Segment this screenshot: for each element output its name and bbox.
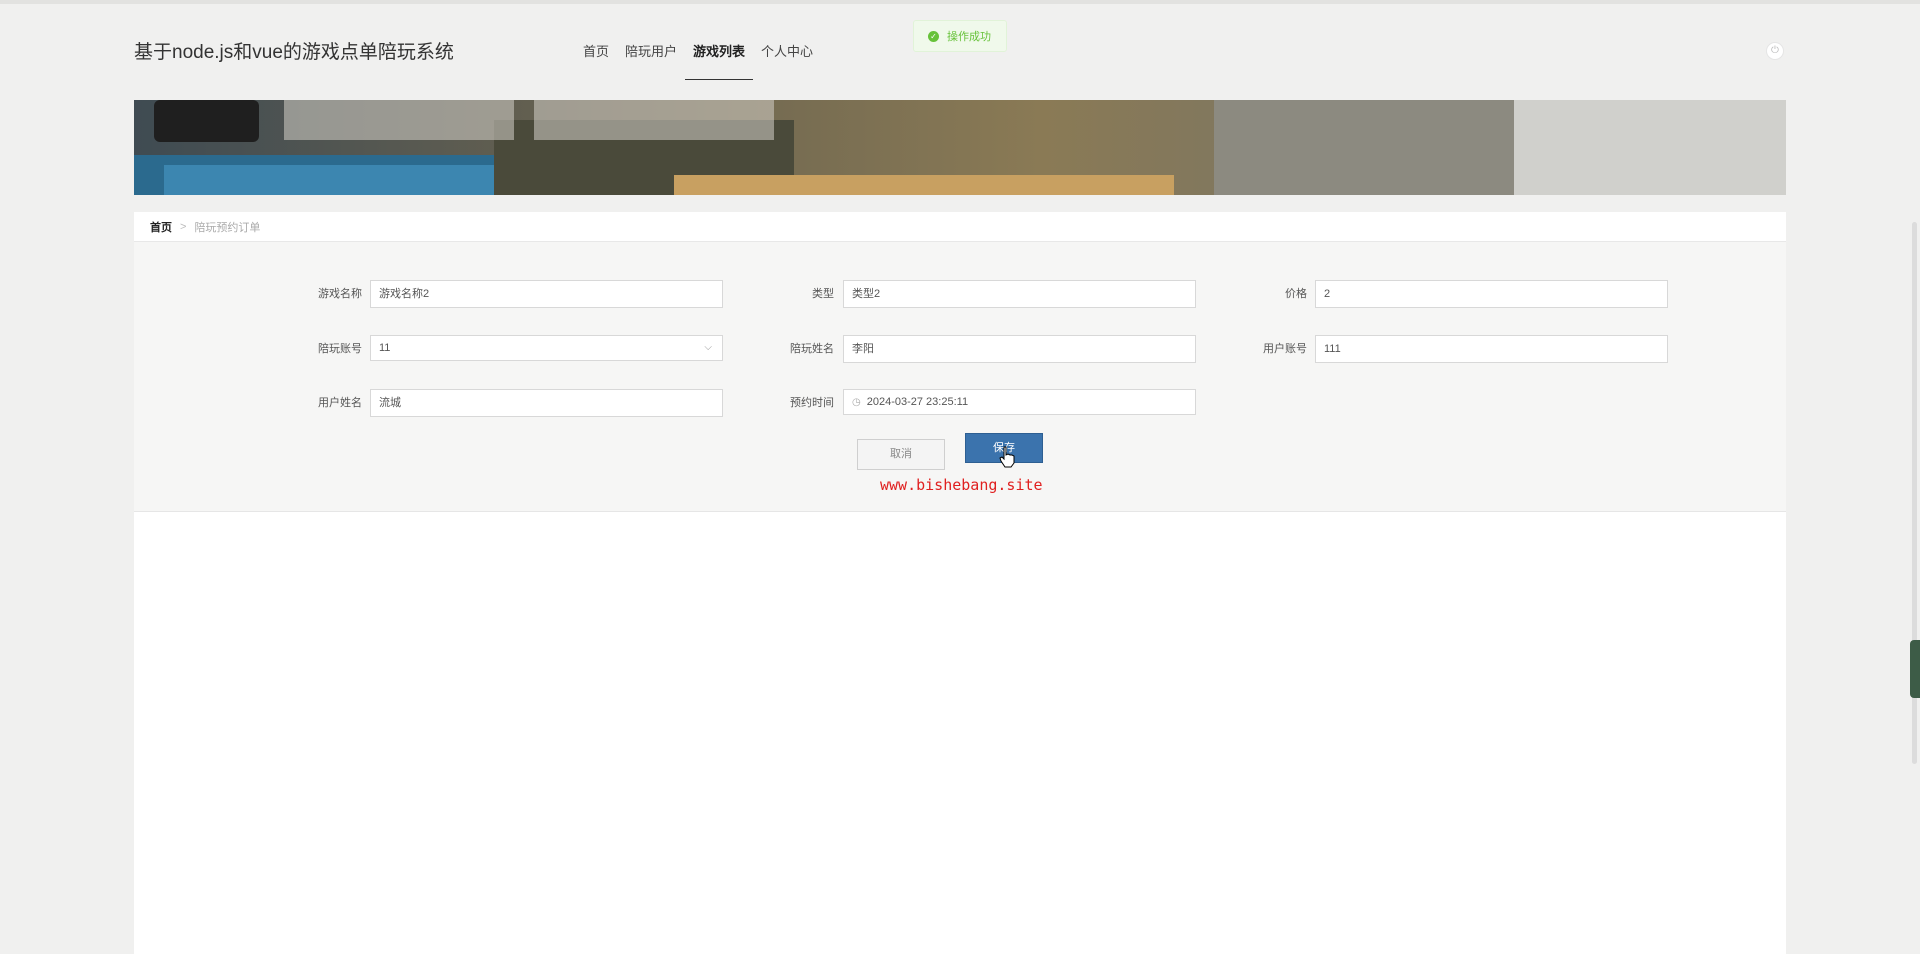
nav-item-game-list[interactable]: 游戏列表 — [685, 30, 754, 82]
breadcrumb: 首页 > 陪玩预约订单 — [134, 212, 1786, 242]
game-name-input[interactable]: 游戏名称2 — [370, 280, 723, 308]
hand-cursor-icon — [999, 446, 1015, 468]
side-tool-widget[interactable] — [1910, 640, 1920, 698]
success-toast: ✓ 操作成功 — [913, 20, 1007, 52]
booking-time-picker[interactable]: ◷ 2024-03-27 23:25:11 — [843, 389, 1196, 415]
user-name-input[interactable]: 流城 — [370, 389, 723, 417]
breadcrumb-home[interactable]: 首页 — [150, 219, 172, 235]
chevron-down-icon: ⌵ — [704, 342, 712, 353]
booking-time-label: 预约时间 — [790, 397, 834, 409]
booking-time-value: 2024-03-27 23:25:11 — [866, 396, 969, 408]
banner-image — [134, 100, 1786, 195]
clock-icon: ◷ — [852, 397, 861, 408]
breadcrumb-separator: > — [180, 220, 187, 233]
content-blank-area — [134, 512, 1786, 954]
user-account-input[interactable]: 111 — [1315, 335, 1668, 363]
companion-account-label: 陪玩账号 — [318, 343, 362, 355]
nav-item-companion-users[interactable]: 陪玩用户 — [617, 30, 685, 82]
main-nav: 首页 陪玩用户 游戏列表 个人中心 — [575, 30, 821, 82]
top-border — [0, 0, 1920, 4]
breadcrumb-current: 陪玩预约订单 — [194, 221, 261, 234]
type-label: 类型 — [812, 288, 834, 300]
price-input[interactable]: 2 — [1315, 280, 1668, 308]
site-title: 基于node.js和vue的游戏点单陪玩系统 — [134, 42, 454, 63]
cancel-button[interactable]: 取消 — [857, 439, 945, 470]
game-name-label: 游戏名称 — [318, 288, 362, 300]
companion-account-value: 11 — [379, 342, 391, 354]
companion-name-input[interactable]: 李阳 — [843, 335, 1196, 363]
nav-item-home[interactable]: 首页 — [575, 30, 617, 82]
nav-item-personal-center[interactable]: 个人中心 — [753, 30, 821, 82]
companion-account-select[interactable]: 11 ⌵ — [370, 335, 723, 361]
power-icon[interactable]: ⏻ — [1766, 42, 1784, 60]
user-account-label: 用户账号 — [1263, 343, 1307, 355]
toast-message: 操作成功 — [947, 31, 991, 43]
price-label: 价格 — [1285, 288, 1307, 300]
user-name-label: 用户姓名 — [318, 397, 362, 409]
type-input[interactable]: 类型2 — [843, 280, 1196, 308]
watermark-text: www.bishebang.site — [880, 476, 1043, 494]
companion-name-label: 陪玩姓名 — [790, 343, 834, 355]
check-circle-icon: ✓ — [928, 30, 939, 42]
banner-carousel[interactable] — [134, 100, 1786, 195]
